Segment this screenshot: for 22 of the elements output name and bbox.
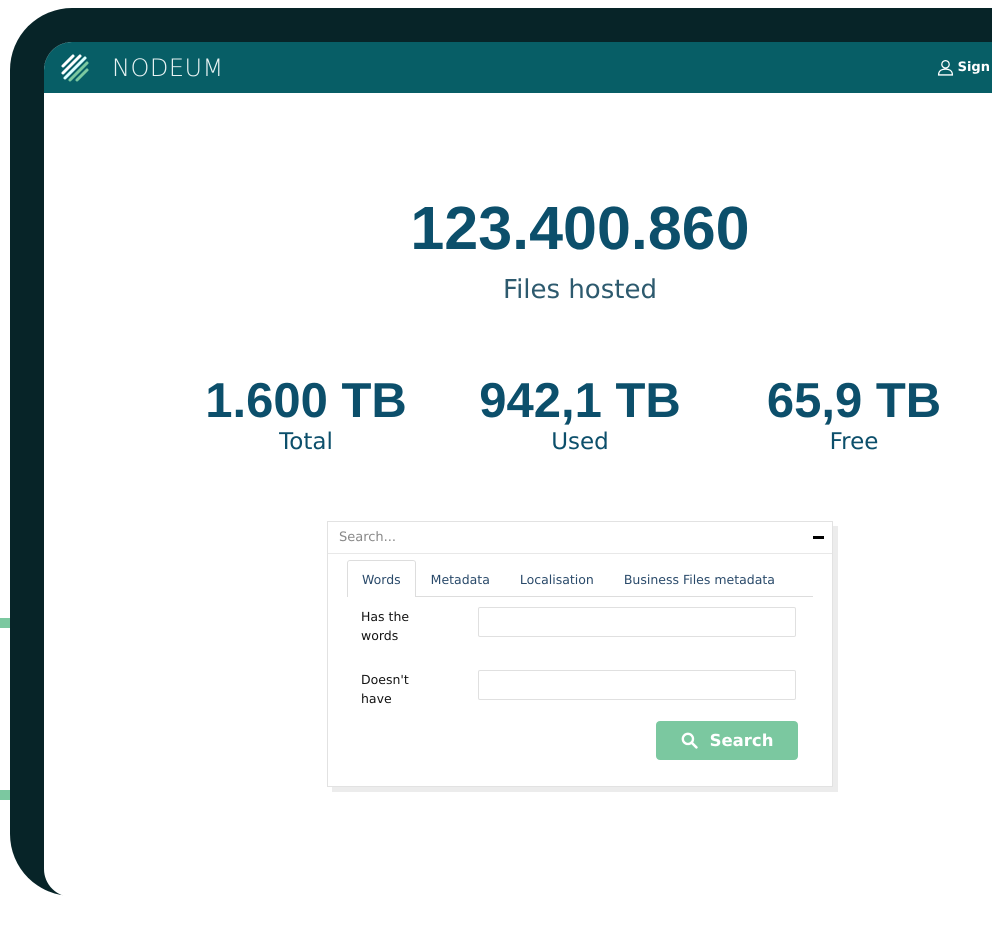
input-field[interactable]	[478, 607, 796, 637]
search-tab[interactable]: Localisation	[504, 560, 609, 597]
files-count: 123.400.860	[410, 193, 750, 263]
logo-icon	[60, 52, 90, 82]
field-label: Has the words	[361, 608, 410, 645]
collapse-icon[interactable]	[813, 536, 824, 539]
search-tab[interactable]: Metadata	[416, 560, 505, 597]
stat-label: Used	[550, 429, 610, 455]
files-caption: Files hosted	[503, 275, 657, 305]
stat-label: Free	[828, 429, 880, 455]
search-tab[interactable]: Words	[347, 560, 416, 597]
user-icon	[936, 59, 954, 76]
brand-name: NODEUM	[112, 54, 224, 82]
search-tab[interactable]: Business Files metadata	[608, 560, 790, 597]
field-label: Doesn't have	[361, 671, 410, 708]
input-field[interactable]	[478, 670, 796, 700]
sign-in-link[interactable]: Sign	[958, 60, 990, 75]
search-icon	[680, 732, 698, 749]
stat-value: 1.600 TB	[204, 375, 408, 427]
stat-value: 942,1 TB	[478, 375, 682, 427]
stat-label: Total	[278, 429, 334, 455]
stat-value: 65,9 TB	[766, 375, 942, 427]
